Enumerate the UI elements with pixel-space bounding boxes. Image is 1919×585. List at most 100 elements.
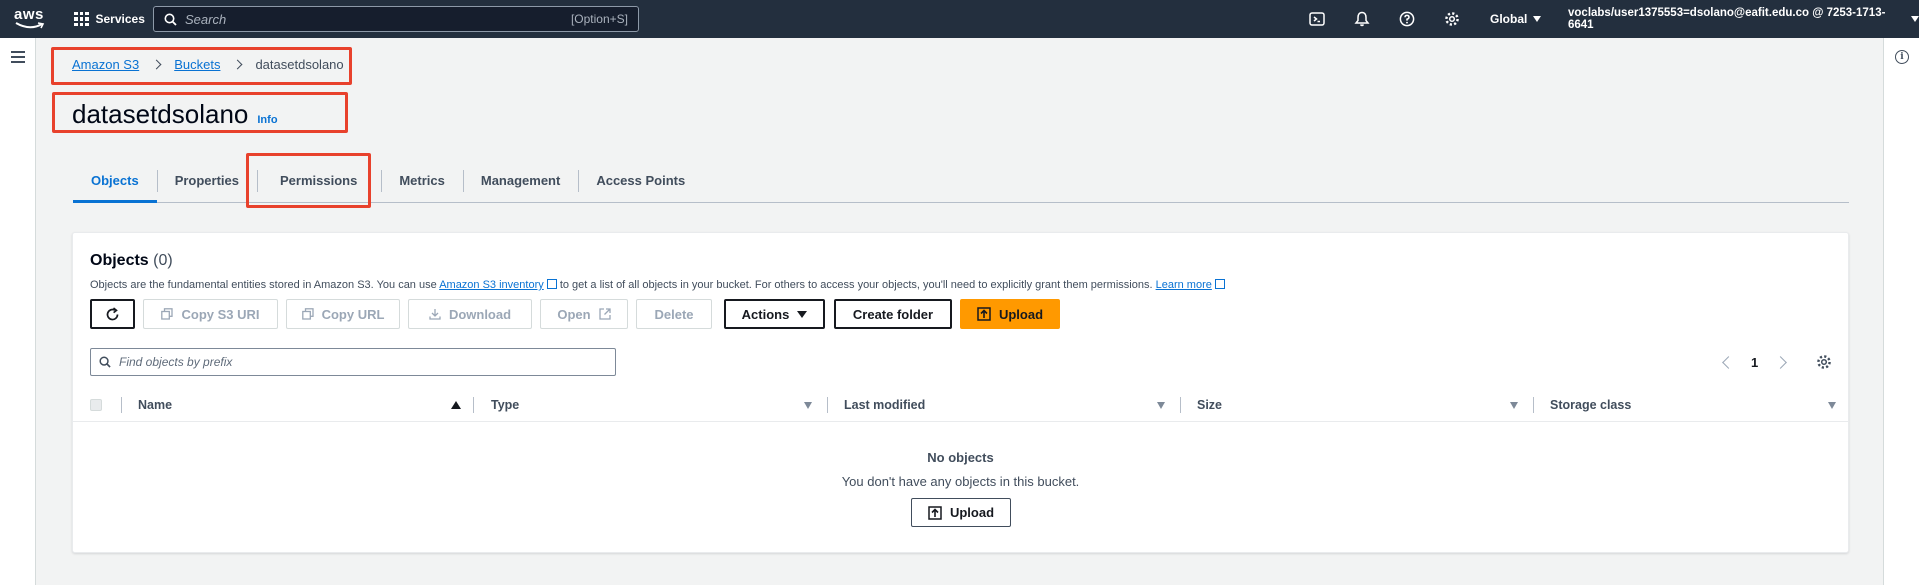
objects-table-header: Name Type Last modified Size Storage cla…	[73, 388, 1848, 422]
objects-panel: Objects (0) Objects are the fundamental …	[72, 232, 1849, 553]
sort-icon[interactable]	[1510, 402, 1518, 409]
top-navigation-bar: aws Services [Option+S] Global voclabs/u…	[0, 0, 1919, 38]
objects-count: (0)	[153, 252, 173, 269]
next-page-icon[interactable]	[1774, 355, 1788, 369]
search-input[interactable]	[185, 11, 571, 27]
column-divider	[121, 397, 122, 413]
grid-menu-icon	[74, 11, 89, 27]
right-help-rail: i	[1883, 38, 1919, 585]
highlight-box-title	[52, 92, 348, 133]
search-icon	[99, 356, 111, 368]
learn-more-label: Learn more	[1155, 279, 1212, 291]
caret-down-icon	[797, 310, 808, 318]
upload-button[interactable]: Upload	[960, 299, 1060, 329]
column-divider	[473, 397, 474, 413]
objects-title: Objects	[90, 252, 149, 269]
sort-icon[interactable]	[1828, 402, 1836, 409]
upload-icon	[928, 505, 942, 520]
open-label: Open	[557, 306, 591, 322]
tab-management[interactable]: Management	[462, 158, 578, 202]
settings-gear-icon[interactable]	[1444, 11, 1460, 27]
aws-logo[interactable]: aws	[14, 6, 48, 32]
tab-properties[interactable]: Properties	[156, 158, 257, 202]
account-label: voclabs/user1375553=dsolano@eafit.edu.co…	[1568, 7, 1886, 31]
learn-more-link[interactable]: Learn more	[1156, 279, 1212, 291]
empty-state-upload-button[interactable]: Upload	[911, 498, 1011, 527]
copy-icon	[161, 308, 174, 320]
copy-icon	[301, 308, 314, 320]
find-objects-filter[interactable]	[90, 348, 616, 376]
refresh-button[interactable]	[90, 299, 135, 329]
delete-button[interactable]: Delete	[636, 299, 712, 329]
objects-heading: Objects (0)	[90, 252, 173, 270]
current-page-number[interactable]: 1	[1751, 355, 1758, 370]
open-button[interactable]: Open	[540, 299, 628, 329]
info-panel-icon[interactable]: i	[1895, 50, 1909, 64]
column-header-storage-class[interactable]: Storage class	[1550, 388, 1631, 422]
download-button[interactable]: Download	[408, 299, 532, 329]
copy-url-label: Copy URL	[321, 306, 385, 322]
column-divider	[827, 397, 828, 413]
hamburger-menu-icon[interactable]	[11, 51, 25, 66]
empty-state-subtitle: You don't have any objects in this bucke…	[841, 474, 1080, 489]
chevron-down-icon	[1533, 16, 1542, 22]
notifications-bell-icon[interactable]	[1354, 11, 1370, 27]
global-search[interactable]: [Option+S]	[153, 6, 639, 32]
empty-state-upload-label: Upload	[949, 505, 995, 520]
download-icon	[429, 309, 441, 320]
search-shortcut-hint: [Option+S]	[570, 12, 628, 26]
search-icon	[164, 13, 177, 26]
copy-s3-uri-label: Copy S3 URI	[181, 306, 260, 322]
sort-ascending-icon[interactable]	[451, 401, 461, 409]
s3-inventory-link-label: Amazon S3 inventory	[439, 279, 544, 291]
delete-label: Delete	[654, 306, 694, 322]
copy-s3-uri-button[interactable]: Copy S3 URI	[143, 299, 278, 329]
description-text-2: to get a list of all objects in your buc…	[559, 279, 1153, 291]
copy-url-button[interactable]: Copy URL	[286, 299, 400, 329]
aws-smile-icon	[15, 22, 45, 29]
s3-inventory-link[interactable]: Amazon S3 inventory	[439, 279, 544, 291]
sort-icon[interactable]	[1157, 402, 1165, 409]
upload-icon	[977, 307, 991, 321]
column-header-size[interactable]: Size	[1197, 388, 1222, 422]
chevron-down-icon	[1911, 16, 1919, 22]
actions-label: Actions	[741, 306, 790, 322]
external-link-icon	[598, 308, 611, 320]
download-label: Download	[448, 306, 512, 322]
tab-objects[interactable]: Objects	[73, 158, 157, 203]
table-preferences-gear-icon[interactable]	[1816, 354, 1832, 370]
help-icon[interactable]	[1399, 11, 1415, 27]
pagination: 1	[1722, 350, 1788, 374]
column-divider	[1180, 397, 1181, 413]
services-menu-button[interactable]: Services	[74, 0, 145, 38]
create-folder-button[interactable]: Create folder	[834, 299, 952, 329]
select-all-checkbox[interactable]	[90, 399, 102, 411]
services-label: Services	[95, 12, 145, 26]
highlight-box-permissions-tab	[246, 153, 371, 208]
column-header-last-modified[interactable]: Last modified	[844, 388, 925, 422]
objects-description: Objects are the fundamental entities sto…	[90, 279, 1225, 291]
sort-icon[interactable]	[804, 402, 812, 409]
column-header-name[interactable]: Name	[138, 388, 172, 422]
external-link-icon	[546, 279, 557, 289]
description-text-1: Objects are the fundamental entities sto…	[90, 279, 437, 291]
external-link-icon	[1214, 279, 1225, 289]
region-label: Global	[1490, 12, 1528, 26]
upload-label: Upload	[998, 306, 1044, 322]
aws-logo-text: aws	[14, 6, 44, 23]
tab-access-points[interactable]: Access Points	[578, 158, 703, 202]
find-objects-input[interactable]	[119, 355, 607, 369]
actions-dropdown-button[interactable]: Actions	[724, 299, 825, 329]
create-folder-label: Create folder	[852, 306, 934, 322]
cloudshell-icon[interactable]	[1309, 11, 1325, 27]
previous-page-icon[interactable]	[1722, 355, 1735, 369]
tab-metrics[interactable]: Metrics	[381, 158, 463, 202]
empty-state-title: No objects	[927, 450, 994, 465]
left-navigation-rail	[0, 38, 36, 585]
column-divider	[1533, 397, 1534, 413]
highlight-box-breadcrumb	[51, 47, 352, 85]
account-menu[interactable]: voclabs/user1375553=dsolano@eafit.edu.co…	[1568, 0, 1919, 38]
region-selector[interactable]: Global	[1490, 0, 1542, 38]
column-header-type[interactable]: Type	[491, 388, 519, 422]
refresh-icon	[106, 306, 119, 320]
